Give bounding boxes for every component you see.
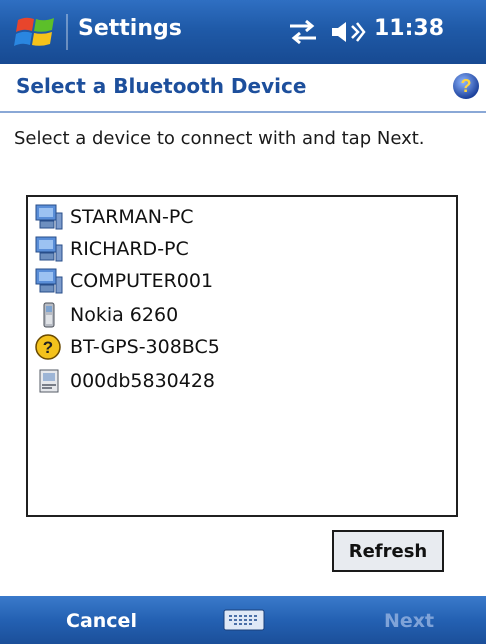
refresh-button[interactable]: Refresh bbox=[332, 530, 444, 572]
list-item[interactable]: RICHARD-PC bbox=[34, 233, 189, 265]
device-list[interactable]: STARMAN-PC RICHARD-PC COMPUTER001 Nokia … bbox=[26, 195, 458, 517]
unknown-device-icon: ? bbox=[35, 334, 61, 360]
list-item[interactable]: STARMAN-PC bbox=[34, 201, 194, 233]
clock[interactable]: 11:38 bbox=[374, 16, 444, 41]
svg-text:?: ? bbox=[43, 338, 53, 357]
device-name: Nokia 6260 bbox=[70, 304, 179, 326]
instruction-text: Select a device to connect with and tap … bbox=[14, 128, 425, 149]
device-name: COMPUTER001 bbox=[70, 270, 214, 292]
computer-icon bbox=[35, 236, 63, 262]
list-item[interactable]: COMPUTER001 bbox=[34, 265, 213, 297]
next-softkey[interactable]: Next bbox=[384, 610, 434, 632]
list-item[interactable]: 000db5830428 bbox=[34, 365, 215, 397]
cancel-softkey[interactable]: Cancel bbox=[66, 610, 137, 632]
list-item[interactable]: Nokia 6260 bbox=[34, 299, 178, 331]
svg-text:?: ? bbox=[461, 76, 472, 96]
computer-icon bbox=[35, 204, 63, 230]
device-name: 000db5830428 bbox=[70, 370, 216, 392]
app-title: Settings bbox=[78, 16, 182, 41]
connectivity-icon[interactable] bbox=[286, 18, 320, 46]
title-separator bbox=[66, 14, 68, 50]
page-header: Select a Bluetooth Device ? bbox=[0, 64, 486, 110]
windows-start-icon[interactable] bbox=[14, 12, 58, 52]
page-title: Select a Bluetooth Device bbox=[16, 74, 307, 98]
device-name: BT-GPS-308BC5 bbox=[70, 336, 220, 358]
softkey-bar: Cancel Next bbox=[0, 596, 486, 644]
phone-icon bbox=[43, 302, 55, 328]
generic-device-icon bbox=[39, 369, 59, 393]
device-name: RICHARD-PC bbox=[70, 238, 189, 260]
title-bar: Settings 11:38 bbox=[0, 0, 486, 64]
device-name: STARMAN-PC bbox=[70, 206, 194, 228]
header-divider bbox=[0, 111, 486, 113]
volume-icon[interactable] bbox=[330, 18, 366, 46]
help-icon[interactable]: ? bbox=[452, 72, 480, 100]
keyboard-icon[interactable] bbox=[222, 608, 266, 632]
computer-icon bbox=[35, 268, 63, 294]
list-item[interactable]: ? BT-GPS-308BC5 bbox=[34, 331, 220, 363]
